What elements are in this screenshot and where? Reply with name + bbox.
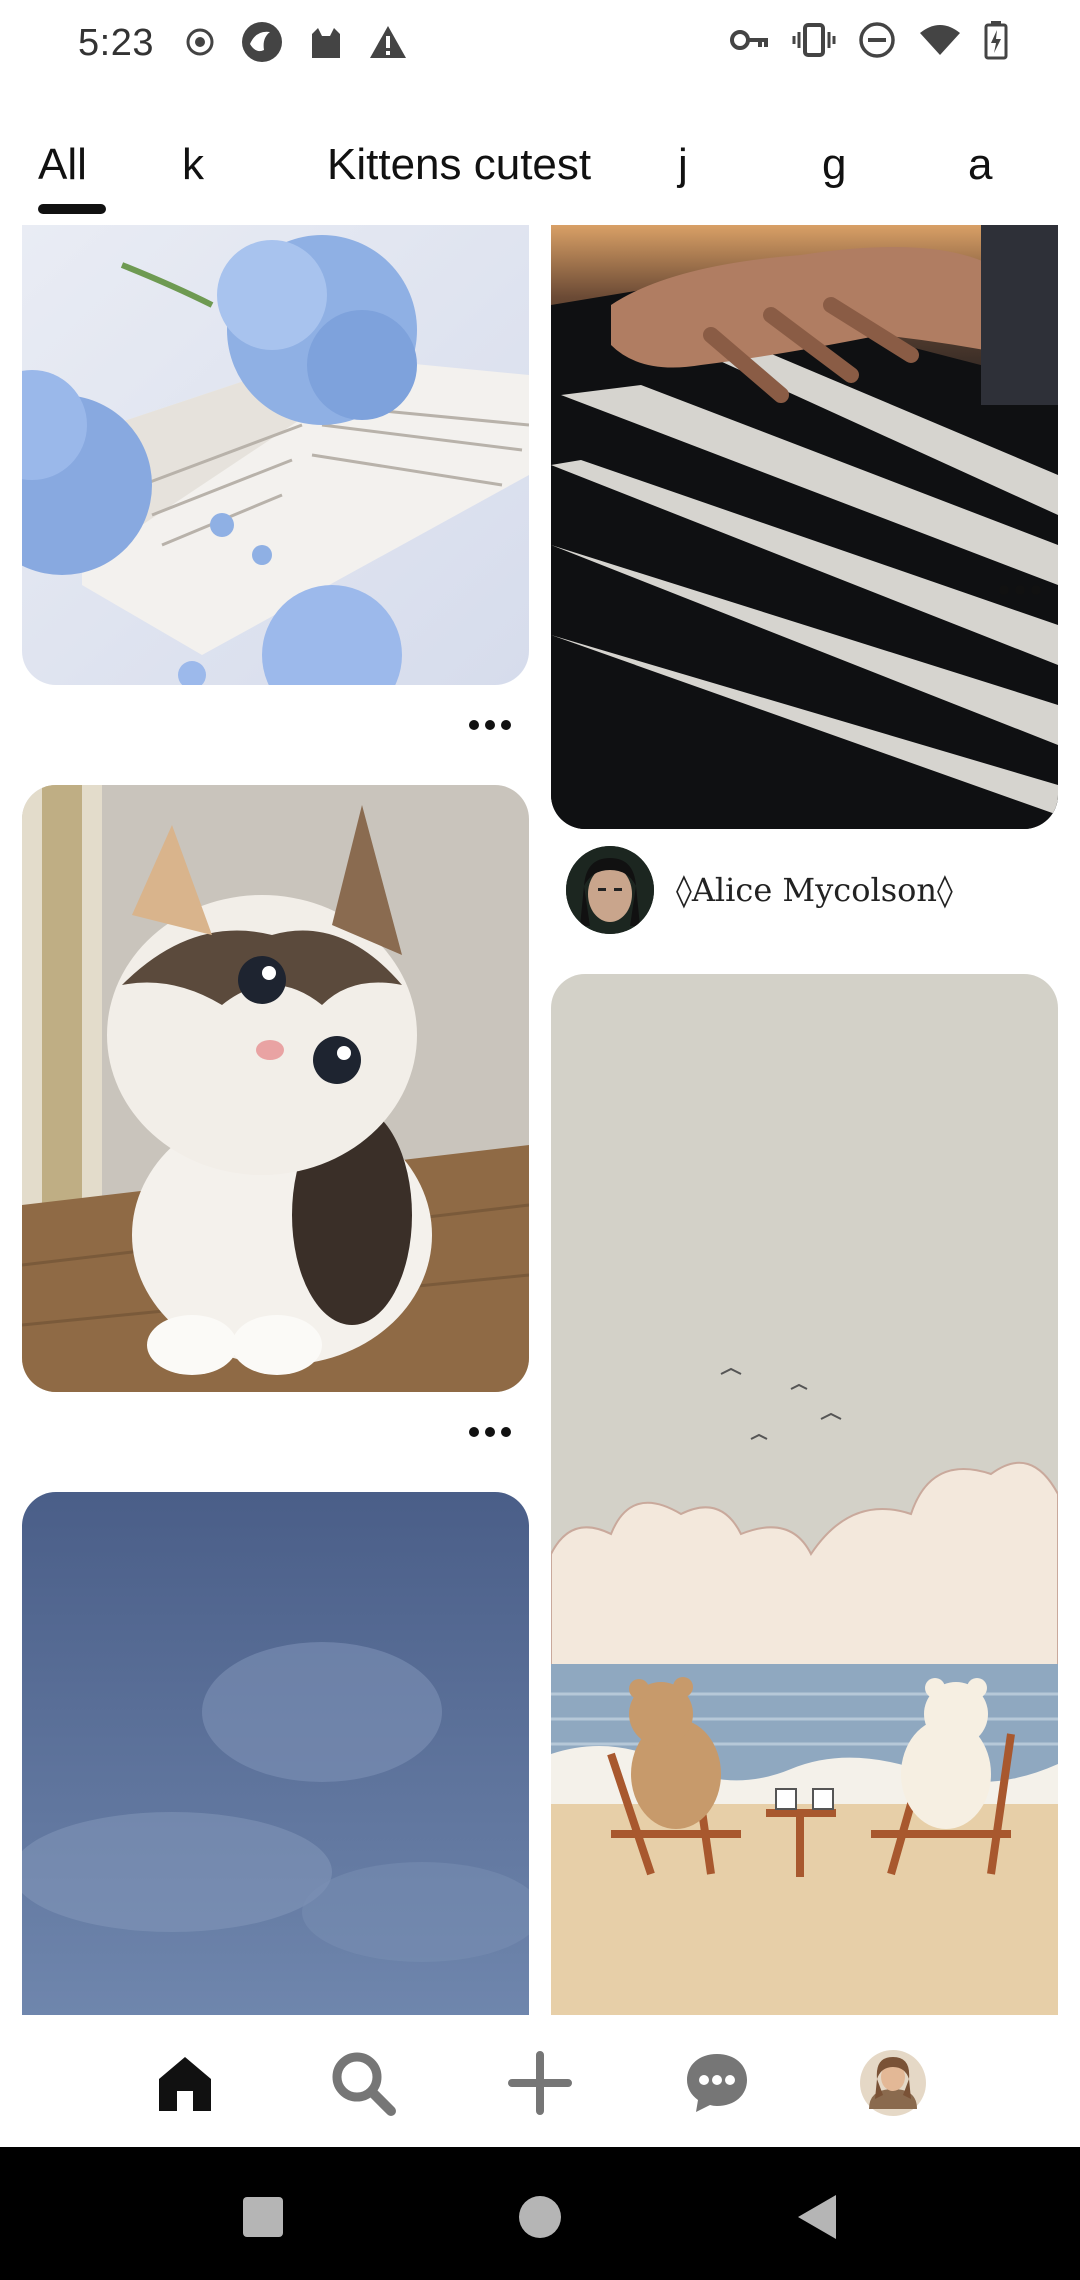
- cat-icon: [312, 28, 340, 58]
- system-nav-bar: [0, 2147, 1080, 2280]
- search-icon: [332, 2052, 396, 2116]
- wifi-icon: [920, 25, 960, 55]
- piano-pin[interactable]: [551, 225, 1058, 829]
- back-button[interactable]: [788, 2187, 848, 2247]
- bottom-nav: [0, 2015, 1080, 2147]
- kitten-pin[interactable]: [22, 785, 529, 1392]
- tab-selected-indicator: [38, 204, 106, 214]
- creator-avatar-image: [566, 846, 654, 934]
- battery-charging-icon: [984, 21, 1008, 60]
- nav-home[interactable]: [147, 2045, 223, 2121]
- vibrate-icon: [792, 23, 836, 57]
- tab-g[interactable]: g: [822, 140, 846, 190]
- circle-icon: [519, 2196, 561, 2238]
- pin-more-button[interactable]: [990, 570, 1050, 610]
- pin-more-button[interactable]: [460, 1412, 520, 1452]
- tab-all[interactable]: All: [38, 140, 87, 190]
- triangle-back-icon: [798, 2195, 836, 2239]
- tab-a[interactable]: a: [968, 140, 992, 190]
- status-time: 5:23: [78, 22, 154, 64]
- alert-icon: [370, 26, 406, 58]
- recents-button[interactable]: [233, 2187, 293, 2247]
- creator-row[interactable]: ◊Alice Mycolson◊: [566, 845, 953, 935]
- pin-feed[interactable]: ◊Alice Mycolson◊: [0, 225, 1080, 2015]
- status-left-icons: [184, 20, 408, 64]
- board-tabs: All k Kittens cutest j g a: [0, 130, 1080, 225]
- create-icon: [508, 2051, 572, 2115]
- hydrangea-book-image: [22, 225, 529, 685]
- hydrangea-book-pin[interactable]: [22, 225, 529, 685]
- profile-avatar: [860, 2050, 926, 2116]
- nav-messages[interactable]: [679, 2045, 755, 2121]
- nav-create[interactable]: [502, 2045, 578, 2121]
- vpn-key-icon: [730, 30, 768, 50]
- nav-search[interactable]: [325, 2045, 401, 2121]
- messages-icon: [687, 2054, 747, 2112]
- status-bar: 5:23: [0, 0, 1080, 90]
- screen: 5:23 All k Kittens cutest j g a ◊Alice M…: [0, 0, 1080, 2280]
- piano-image: [551, 225, 1058, 829]
- tab-j[interactable]: j: [678, 140, 688, 190]
- tab-k[interactable]: k: [182, 140, 204, 190]
- nav-profile[interactable]: [855, 2045, 931, 2121]
- tab-kittens-cutest[interactable]: Kittens cutest: [327, 140, 591, 190]
- sky-pin[interactable]: [22, 1492, 529, 2015]
- record-icon: [186, 28, 214, 56]
- beach-bears-pin[interactable]: [551, 974, 1058, 2015]
- creator-avatar[interactable]: [566, 846, 654, 934]
- app-icon: [242, 22, 282, 62]
- creator-name[interactable]: ◊Alice Mycolson◊: [676, 871, 953, 909]
- pin-more-button[interactable]: [460, 705, 520, 745]
- sky-image: [22, 1492, 529, 2015]
- home-button[interactable]: [510, 2187, 570, 2247]
- status-right-icons: [730, 20, 1008, 60]
- home-icon: [159, 2057, 211, 2111]
- kitten-image: [22, 785, 529, 1392]
- dnd-icon: [859, 22, 895, 58]
- square-icon: [243, 2197, 283, 2237]
- beach-bears-image: [551, 974, 1058, 2015]
